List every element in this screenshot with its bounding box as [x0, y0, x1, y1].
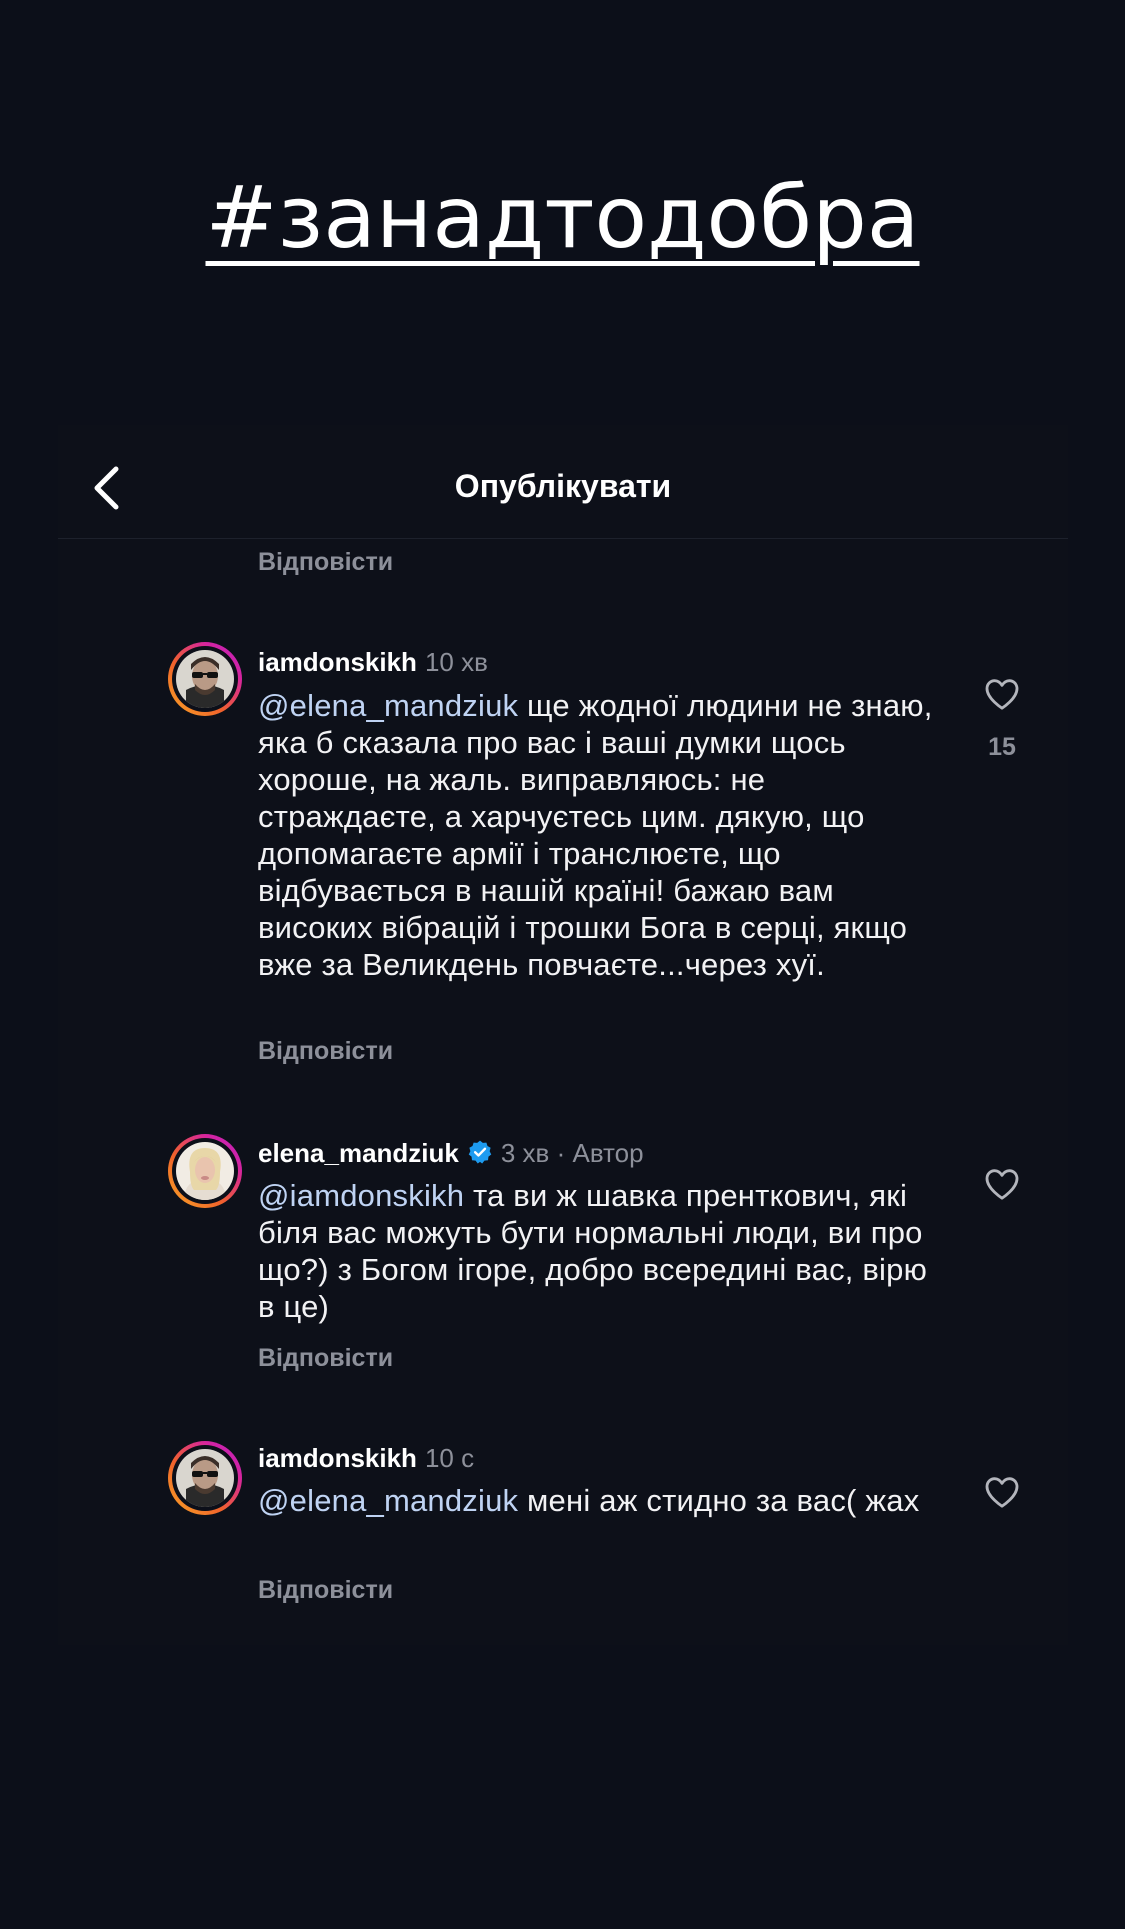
mention-link[interactable]: @elena_mandziuk — [258, 1483, 518, 1518]
comment-meta: iamdonskikh 10 хв — [258, 647, 488, 678]
verified-badge-icon — [468, 1140, 492, 1164]
author-label: · Автор — [556, 1138, 644, 1168]
reply-button[interactable]: Відповісти — [258, 1344, 393, 1373]
heart-outline-icon — [985, 1169, 1019, 1200]
heart-outline-icon — [985, 1477, 1019, 1508]
like-count: 15 — [988, 733, 1016, 761]
reply-button[interactable]: Відповісти — [258, 1037, 393, 1066]
verified-badge — [467, 1139, 493, 1172]
like-button[interactable] — [982, 1472, 1022, 1512]
comments-header: Опублікувати — [58, 438, 1068, 539]
comment-meta: iamdonskikh 10 с — [258, 1443, 474, 1474]
comment-timestamp: 3 хв — [500, 1138, 550, 1168]
avatar[interactable] — [168, 642, 242, 716]
comment-text: @elena_mandziuk ще жодної людини не знаю… — [258, 687, 938, 983]
story-hashtag[interactable]: #занадтодобра — [0, 168, 1125, 268]
comment-timestamp: 10 хв — [424, 647, 488, 677]
avatar-image — [176, 650, 234, 708]
header-title: Опублікувати — [454, 468, 672, 504]
avatar[interactable] — [168, 1134, 242, 1208]
reply-button[interactable]: Відповісти — [258, 1576, 393, 1605]
comment-body: ще жодної людини не знаю, яка б сказала … — [258, 688, 933, 982]
avatar-image — [176, 1449, 234, 1507]
comment-text: @iamdonskikh та ви ж шавка пренткович, я… — [258, 1177, 938, 1325]
comment-text: @elena_mandziuk мені аж стидно за вас( ж… — [258, 1482, 938, 1519]
comment-username[interactable]: iamdonskikh — [258, 1443, 417, 1473]
avatar-image — [176, 1142, 234, 1200]
avatar[interactable] — [168, 1441, 242, 1515]
reply-button[interactable]: Відповісти — [258, 548, 393, 577]
like-button[interactable] — [982, 674, 1022, 714]
heart-outline-icon — [985, 679, 1019, 710]
like-button[interactable] — [982, 1164, 1022, 1204]
comment-body: мені аж стидно за вас( жах — [518, 1483, 920, 1518]
comment-username[interactable]: iamdonskikh — [258, 647, 417, 677]
comment-meta: elena_mandziuk 3 хв · Автор — [258, 1138, 644, 1172]
comment-timestamp: 10 с — [424, 1443, 475, 1473]
mention-link[interactable]: @elena_mandziuk — [258, 688, 518, 723]
comment-username[interactable]: elena_mandziuk — [258, 1138, 459, 1168]
mention-link[interactable]: @iamdonskikh — [258, 1178, 464, 1213]
